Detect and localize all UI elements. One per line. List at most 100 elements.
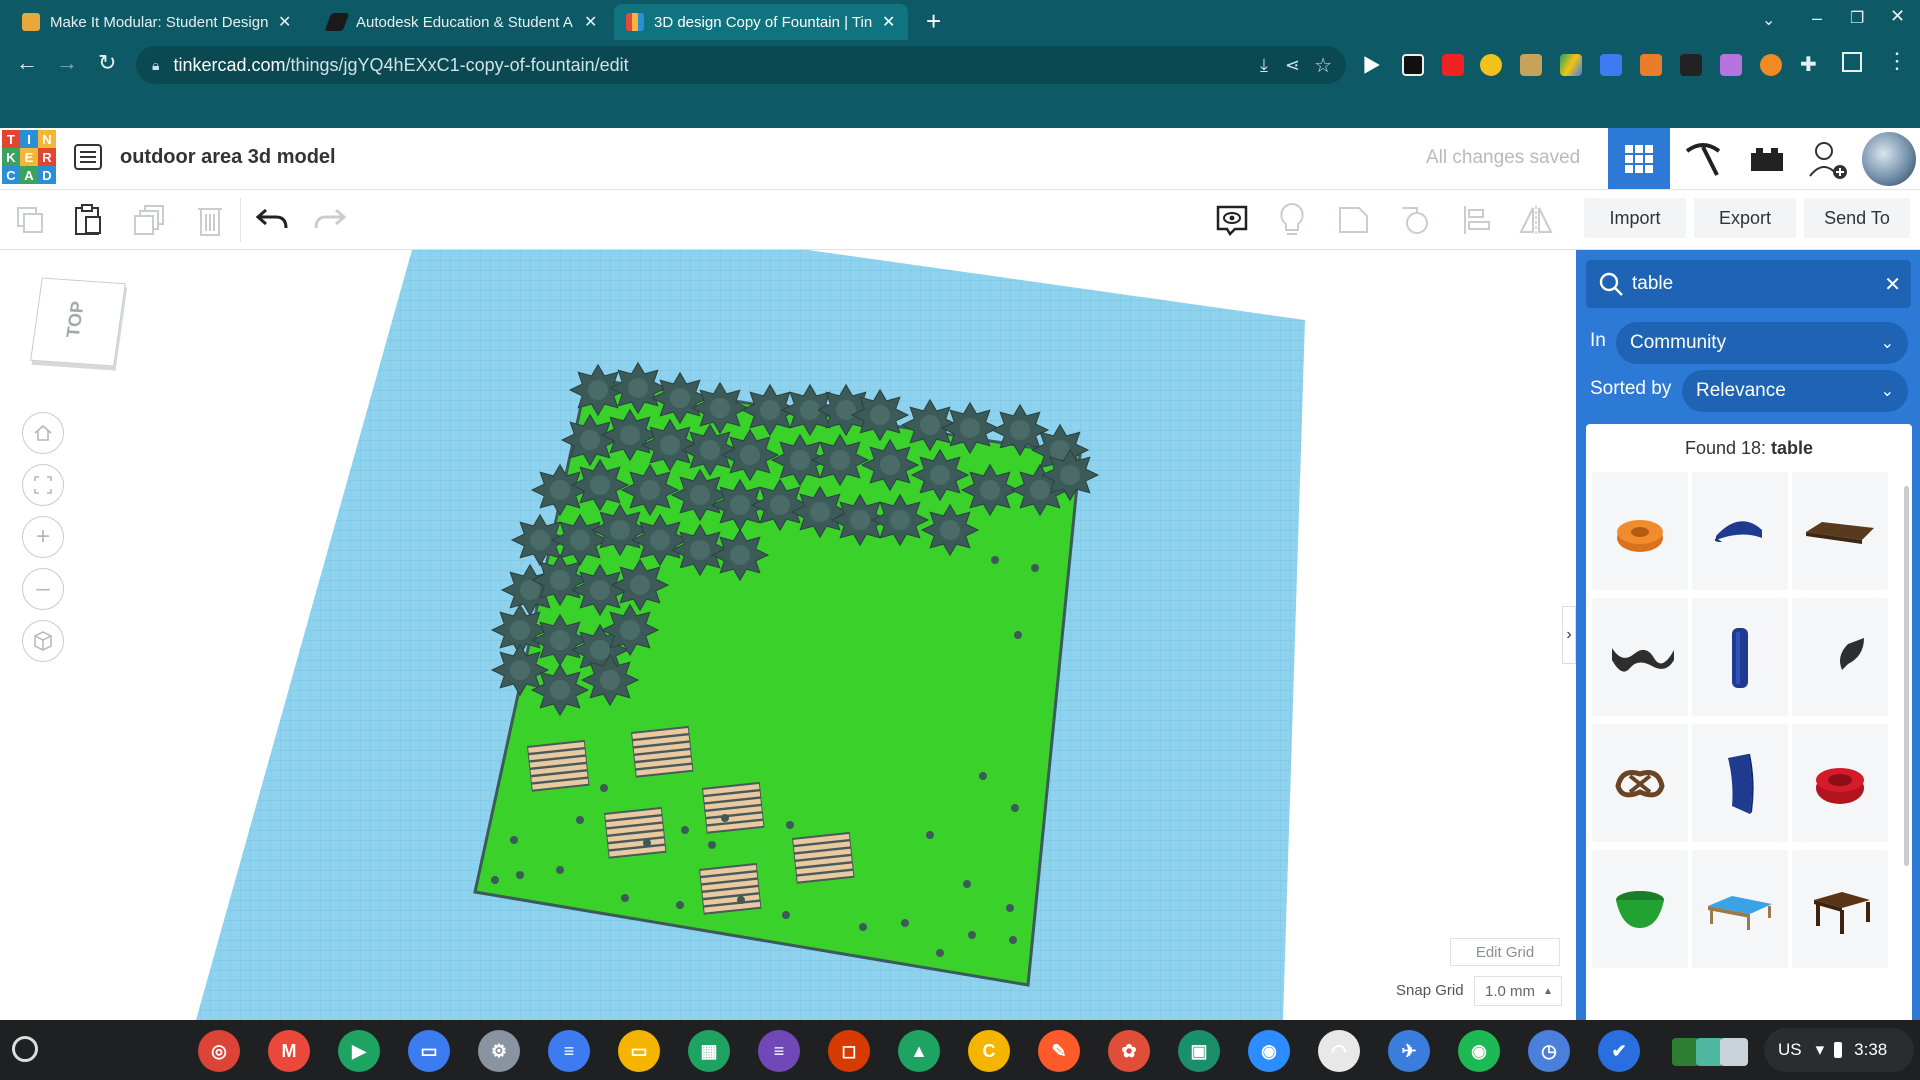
result-item[interactable] [1692,850,1788,968]
user-avatar[interactable] [1862,132,1916,186]
search-input[interactable]: table [1632,273,1673,295]
share-icon[interactable]: ⋖ [1285,55,1300,76]
tree[interactable] [690,381,750,435]
taskbar-app-tasks-icon[interactable]: ✔ [1598,1030,1640,1072]
stone-dot[interactable] [556,866,564,874]
tab-search-icon[interactable]: ⌄ [1762,10,1775,30]
tree[interactable] [580,653,640,707]
tree[interactable] [590,503,650,557]
extension-purple-icon[interactable] [1720,54,1742,76]
paste-button[interactable] [66,198,110,242]
browser-menu-icon[interactable]: ⋮ [1886,48,1908,74]
tree[interactable] [870,493,930,547]
taskbar-app-slides-icon[interactable]: ▭ [618,1030,660,1072]
results-scrollbar[interactable] [1904,486,1909,866]
stone-dot[interactable] [600,784,608,792]
light-button[interactable] [1270,198,1314,242]
stone-dot[interactable] [991,556,999,564]
forward-icon[interactable]: → [56,50,78,76]
stone-dot[interactable] [516,871,524,879]
new-tab-button[interactable]: + [926,6,941,37]
stone-dot[interactable] [491,876,499,884]
launcher-icon[interactable] [12,1036,38,1062]
side-panel-icon[interactable] [1842,52,1862,72]
tree[interactable] [940,401,1000,455]
align-button[interactable] [1454,198,1498,242]
stone-dot[interactable] [576,816,584,824]
stone-dot[interactable] [901,919,909,927]
tree[interactable] [530,663,590,717]
close-window-icon[interactable]: ✕ [1890,6,1905,27]
taskbar-app-classroom-icon[interactable]: ▣ [1178,1030,1220,1072]
stone-dot[interactable] [681,826,689,834]
tree[interactable] [530,463,590,517]
ungroup-button[interactable] [1394,198,1438,242]
address-bar[interactable]: 🔒︎ tinkercad.com /things/jgYQ4hEXxC1-cop… [136,46,1346,84]
taskbar-app-arc-icon[interactable]: ◠ [1318,1030,1360,1072]
stone-dot[interactable] [782,911,790,919]
taskbar-app-chrome-icon[interactable]: ◎ [198,1030,240,1072]
taskbar-app-paint-icon[interactable]: ✿ [1108,1030,1150,1072]
projection-button[interactable] [22,620,64,662]
close-tab-icon[interactable]: ✕ [278,12,291,32]
blocks-view-button[interactable] [1672,128,1734,189]
stone-dot[interactable] [1011,804,1019,812]
tinkercad-logo[interactable]: T I N K E R C A D [2,130,56,184]
tree[interactable] [850,388,910,442]
tree[interactable] [670,468,730,522]
stone-dot[interactable] [721,814,729,822]
group-button[interactable] [1332,198,1376,242]
stone-dot[interactable] [968,931,976,939]
zoom-in-button[interactable]: + [22,516,64,558]
tree[interactable] [600,408,660,462]
tree[interactable] [620,463,680,517]
shape-search-field[interactable]: table ✕ [1586,260,1911,308]
taskbar-app-office-icon[interactable]: ◻ [828,1030,870,1072]
stone-dot[interactable] [643,839,651,847]
pallet[interactable] [604,806,667,859]
extension-cursor-icon[interactable] [1364,56,1380,74]
taskbar-app-forms-icon[interactable]: ≡ [758,1030,800,1072]
close-tab-icon[interactable]: ✕ [584,12,597,32]
stone-dot[interactable] [621,894,629,902]
tree[interactable] [670,523,730,577]
taskbar-app-play-store-icon[interactable]: ▶ [338,1030,380,1072]
panel-collapse-tab[interactable]: › [1562,606,1576,664]
tree[interactable] [680,423,740,477]
result-item[interactable] [1792,598,1888,716]
tree[interactable] [790,485,850,539]
extensions-puzzle-icon[interactable]: ✚ [1800,52,1817,77]
result-item[interactable] [1592,472,1688,590]
design-title[interactable]: outdoor area 3d model [120,146,336,169]
install-app-icon[interactable]: ⤓ [1260,55,1268,76]
pallet[interactable] [792,831,855,884]
tab-autodesk-education[interactable]: Autodesk Education & Student A ✕ [316,4,616,40]
fit-view-button[interactable] [22,464,64,506]
tree[interactable] [640,418,700,472]
workplane-viewport[interactable]: TOP + – Edit Grid Snap Grid 1.0 mm ▲ › [0,250,1576,1020]
tree[interactable] [650,371,710,425]
taskbar-app-bird-icon[interactable]: ✈ [1388,1030,1430,1072]
tree[interactable] [860,438,920,492]
taskbar-app-settings-icon[interactable]: ⚙ [478,1030,520,1072]
taskbar-app-canvas-icon[interactable]: ✎ [1038,1030,1080,1072]
view-cube[interactable]: TOP [30,277,126,367]
tree[interactable] [570,563,630,617]
extension-spider-icon[interactable] [1680,54,1702,76]
extension-yellow-icon[interactable] [1480,54,1502,76]
tree[interactable] [608,361,668,415]
taskbar-app-drive-icon[interactable]: ▲ [898,1030,940,1072]
taskbar-app-clock-icon[interactable]: ◷ [1528,1030,1570,1072]
tree[interactable] [1040,448,1100,502]
result-item[interactable] [1592,598,1688,716]
tab-3d-design[interactable]: 3D design Copy of Fountain | Tin ✕ [614,4,908,40]
source-dropdown[interactable]: Community ⌄ [1616,322,1908,364]
send-to-button[interactable]: Send To [1804,198,1910,238]
taskbar-app-gmail-icon[interactable]: M [268,1030,310,1072]
tab-make-it-modular[interactable]: Make It Modular: Student Design ✕ [10,4,316,40]
home-view-button[interactable] [22,412,64,454]
stone-dot[interactable] [786,821,794,829]
tree[interactable] [710,528,770,582]
taskbar-app-spotify-icon[interactable]: ◉ [1458,1030,1500,1072]
3d-view-button[interactable] [1608,128,1670,189]
